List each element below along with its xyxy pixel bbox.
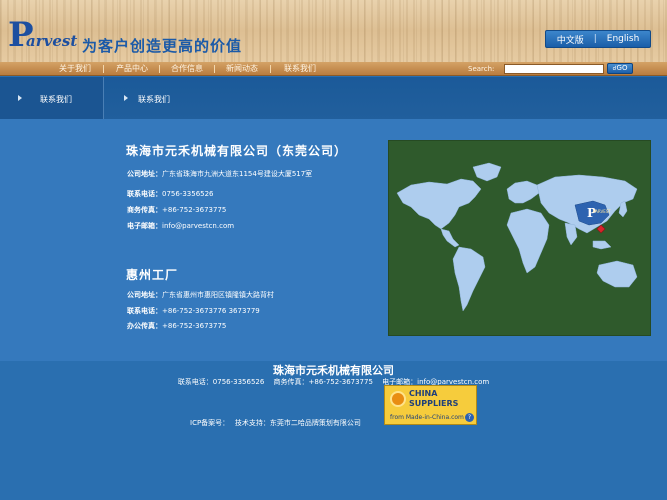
main-nav: 关于我们 产品中心 合作信息 新闻动态 联系我们 Search: ☌GO <box>0 62 667 76</box>
lang-separator: | <box>593 34 597 44</box>
badge-source: from Made-in-China.com <box>390 414 464 421</box>
address-value: 广东省惠州市惠阳区镇隆镇大路背村 <box>162 291 274 299</box>
company2-fax: 办公传真：+86-752-3673775 <box>127 321 226 331</box>
email-label: 电子邮箱： <box>127 222 162 230</box>
fax-label: 办公传真： <box>127 322 162 330</box>
address-label: 公司地址： <box>127 291 162 299</box>
logo-wordmark: arvest <box>26 32 78 50</box>
language-switcher: 中文版 | English <box>545 30 651 48</box>
help-icon[interactable]: ? <box>465 413 474 422</box>
phone-value: +86-752-3673776 3673779 <box>162 307 260 315</box>
search-go-button[interactable]: ☌GO <box>607 63 633 74</box>
nav-divider <box>214 65 215 73</box>
search-label: Search: <box>468 65 495 73</box>
company2-title: 惠州工厂 <box>126 268 179 282</box>
fax-label: 商务传真： <box>127 206 162 214</box>
suppliers-logo-icon <box>390 391 406 407</box>
nav-divider <box>103 65 104 73</box>
phone-label: 联系电话： <box>127 307 162 315</box>
breadcrumb-current: 联系我们 <box>138 95 170 104</box>
company1-phone: 联系电话：0756-3356526 <box>127 189 214 199</box>
company2-address: 公司地址：广东省惠州市惠阳区镇隆镇大路背村 <box>127 290 274 300</box>
fax-value: +86-752-3673775 <box>162 206 227 214</box>
company1-email: 电子邮箱：info@parvestcn.com <box>127 221 234 231</box>
company1-fax: 商务传真：+86-752-3673775 <box>127 205 226 215</box>
site-header: P arvest 为客户创造更高的价值 中文版 | English <box>0 0 667 62</box>
parvest-logo[interactable]: P arvest <box>8 18 78 54</box>
fax-value: +86-752-3673775 <box>162 322 227 330</box>
lang-chinese-link[interactable]: 中文版 <box>557 33 584 46</box>
nav-item-about[interactable]: 关于我们 <box>59 63 91 75</box>
arrow-right-icon <box>18 95 22 101</box>
nav-item-news[interactable]: 新闻动态 <box>226 63 258 75</box>
go-label: GO <box>616 64 628 72</box>
address-value: 广东省珠海市九洲大道东1154号建设大厦517室 <box>162 170 313 178</box>
map-marker-label: PARVEST <box>593 209 611 214</box>
breadcrumb-bar: 联系我们 联系我们 <box>0 77 667 119</box>
lang-english-link[interactable]: English <box>607 34 640 44</box>
nav-item-products[interactable]: 产品中心 <box>116 63 148 75</box>
site-slogan: 为客户创造更高的价值 <box>82 37 243 55</box>
search-input[interactable] <box>504 64 604 74</box>
sidebar-heading: 联系我们 <box>0 77 104 119</box>
nav-divider <box>270 65 271 73</box>
nav-item-cooperation[interactable]: 合作信息 <box>171 63 203 75</box>
world-map-graphic: P PARVEST <box>396 162 638 312</box>
footer-contact-info: 联系电话：0756-3356526 商务传真：+86-752-3673775 电… <box>177 378 490 386</box>
company2-phone: 联系电话：+86-752-3673776 3673779 <box>127 306 260 316</box>
nav-item-contact[interactable]: 联系我们 <box>284 63 316 75</box>
phone-value: 0756-3356526 <box>162 190 214 198</box>
sidebar-heading-label[interactable]: 联系我们 <box>40 94 72 105</box>
phone-label: 联系电话： <box>127 190 162 198</box>
arrow-right-icon <box>124 95 128 101</box>
footer-icp-support: ICP备案号： 技术支持：东莞市二哈品牌策划有限公司 <box>190 419 361 427</box>
company1-title: 珠海市元禾机械有限公司（东莞公司） <box>126 144 348 158</box>
badge-line1: CHINA <box>409 389 438 398</box>
address-label: 公司地址： <box>127 170 162 178</box>
world-map: P PARVEST <box>388 140 651 336</box>
contact-content: 珠海市元禾机械有限公司（东莞公司） 公司地址：广东省珠海市九洲大道东1154号建… <box>0 119 667 361</box>
footer-company-name: 珠海市元禾机械有限公司 <box>273 364 394 377</box>
email-link[interactable]: info@parvestcn.com <box>162 222 234 230</box>
site-footer: 珠海市元禾机械有限公司 联系电话：0756-3356526 商务传真：+86-7… <box>0 361 667 500</box>
nav-divider <box>159 65 160 73</box>
china-suppliers-badge[interactable]: CHINA SUPPLIERS from Made-in-China.com ? <box>384 385 477 425</box>
badge-line2: SUPPLIERS <box>409 399 459 408</box>
company1-address: 公司地址：广东省珠海市九洲大道东1154号建设大厦517室 <box>127 169 312 179</box>
